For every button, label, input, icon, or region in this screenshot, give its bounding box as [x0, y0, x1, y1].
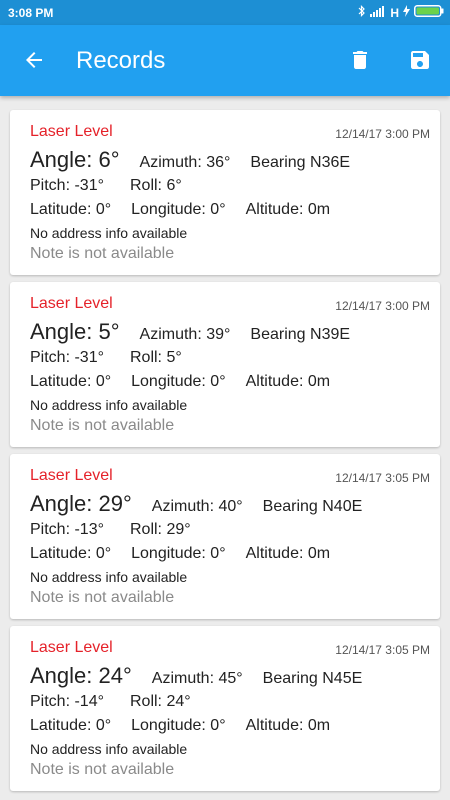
record-title: Laser Level: [30, 639, 113, 656]
record-address: No address info available: [30, 741, 188, 757]
status-time: 3:08 PM: [8, 6, 54, 20]
record-note: Note is not available: [30, 761, 175, 778]
record-date: 12/14/17 3:00 PM: [335, 127, 430, 141]
delete-button[interactable]: [340, 42, 380, 82]
record-bearing: Bearing N40E: [262, 498, 363, 515]
record-orientation: Angle: 6° Azimuth: 36° Bearing N36E: [30, 147, 350, 173]
records-list: Laser Level 12/14/17 3:00 PM Angle: 6° A…: [10, 110, 440, 798]
record-location: Latitude: 0° Longitude: 0° Altitude: 0m: [30, 717, 330, 735]
record-card[interactable]: Laser Level 12/14/17 3:00 PM Angle: 6° A…: [10, 110, 440, 275]
save-button[interactable]: [400, 42, 440, 82]
record-angle: Angle: 5°: [30, 319, 120, 344]
network-type: H: [390, 5, 399, 20]
trash-icon: [348, 48, 372, 77]
record-note: Note is not available: [30, 417, 175, 434]
record-pitch: Pitch: -14°: [30, 693, 104, 710]
record-orientation: Angle: 24° Azimuth: 45° Bearing N45E: [30, 663, 362, 689]
record-latitude: Latitude: 0°: [30, 201, 112, 218]
record-longitude: Longitude: 0°: [131, 545, 226, 562]
record-date: 12/14/17 3:00 PM: [335, 299, 430, 313]
arrow-back-icon: [22, 48, 46, 77]
record-pitch: Pitch: -31°: [30, 349, 104, 366]
record-location: Latitude: 0° Longitude: 0° Altitude: 0m: [30, 201, 330, 219]
record-azimuth: Azimuth: 36°: [139, 154, 231, 171]
record-angle: Angle: 29°: [30, 491, 132, 516]
status-icons: H: [358, 4, 444, 21]
record-note: Note is not available: [30, 245, 175, 262]
record-bearing: Bearing N45E: [262, 670, 363, 687]
record-roll: Roll: 29°: [129, 521, 191, 538]
record-pitch: Pitch: -31°: [30, 177, 104, 194]
record-azimuth: Azimuth: 45°: [151, 670, 243, 687]
record-roll: Roll: 5°: [129, 349, 182, 366]
record-bearing: Bearing N36E: [250, 154, 351, 171]
record-altitude: Altitude: 0m: [245, 717, 331, 734]
record-card[interactable]: Laser Level 12/14/17 3:05 PM Angle: 24° …: [10, 626, 440, 791]
record-card[interactable]: Laser Level 12/14/17 3:05 PM Angle: 29° …: [10, 454, 440, 619]
save-icon: [408, 48, 432, 77]
record-date: 12/14/17 3:05 PM: [335, 471, 430, 485]
record-title: Laser Level: [30, 467, 113, 484]
record-longitude: Longitude: 0°: [131, 201, 226, 218]
record-latitude: Latitude: 0°: [30, 373, 112, 390]
charging-icon: [403, 5, 410, 20]
record-roll: Roll: 24°: [129, 693, 191, 710]
record-latitude: Latitude: 0°: [30, 545, 112, 562]
record-bearing: Bearing N39E: [250, 326, 351, 343]
record-angle: Angle: 24°: [30, 663, 132, 688]
record-orientation: Angle: 5° Azimuth: 39° Bearing N39E: [30, 319, 350, 345]
record-date: 12/14/17 3:05 PM: [335, 643, 430, 657]
record-tilt: Pitch: -31° Roll: 6°: [30, 177, 182, 195]
status-bar: 3:08 PM H: [0, 0, 450, 25]
battery-icon: [414, 5, 444, 20]
record-note: Note is not available: [30, 589, 175, 606]
record-title: Laser Level: [30, 295, 113, 312]
app-bar: Records: [0, 25, 450, 96]
page-title: Records: [76, 47, 166, 74]
record-latitude: Latitude: 0°: [30, 717, 112, 734]
record-address: No address info available: [30, 569, 188, 585]
record-title: Laser Level: [30, 123, 113, 140]
back-button[interactable]: [14, 42, 54, 82]
record-altitude: Altitude: 0m: [245, 201, 331, 218]
record-roll: Roll: 6°: [129, 177, 182, 194]
record-pitch: Pitch: -13°: [30, 521, 104, 538]
record-longitude: Longitude: 0°: [131, 373, 226, 390]
record-tilt: Pitch: -14° Roll: 24°: [30, 693, 191, 711]
record-card[interactable]: Laser Level 12/14/17 3:00 PM Angle: 5° A…: [10, 282, 440, 447]
record-azimuth: Azimuth: 39°: [139, 326, 231, 343]
record-altitude: Altitude: 0m: [245, 373, 331, 390]
record-azimuth: Azimuth: 40°: [151, 498, 243, 515]
record-longitude: Longitude: 0°: [131, 717, 226, 734]
record-tilt: Pitch: -31° Roll: 5°: [30, 349, 182, 367]
bluetooth-icon: [358, 5, 366, 20]
record-address: No address info available: [30, 225, 188, 241]
record-altitude: Altitude: 0m: [245, 545, 331, 562]
record-address: No address info available: [30, 397, 188, 413]
record-location: Latitude: 0° Longitude: 0° Altitude: 0m: [30, 373, 330, 391]
record-orientation: Angle: 29° Azimuth: 40° Bearing N40E: [30, 491, 362, 517]
record-tilt: Pitch: -13° Roll: 29°: [30, 521, 191, 539]
record-angle: Angle: 6°: [30, 147, 120, 172]
signal-icon: [370, 5, 386, 20]
record-location: Latitude: 0° Longitude: 0° Altitude: 0m: [30, 545, 330, 563]
